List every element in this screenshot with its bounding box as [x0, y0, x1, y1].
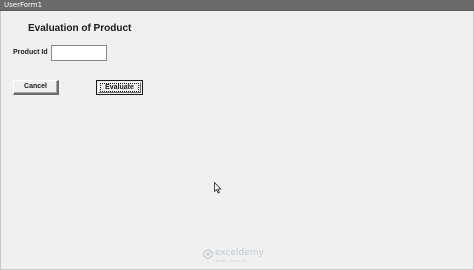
product-id-label: Product Id [13, 49, 48, 56]
mouse-pointer-icon [214, 182, 222, 194]
evaluate-button[interactable]: Evaluate [96, 80, 143, 95]
product-id-input[interactable] [51, 45, 107, 61]
cancel-button[interactable]: Cancel [13, 80, 59, 95]
watermark-tagline: EXCEL · DATA · BI [216, 259, 247, 263]
form-heading: Evaluation of Product [28, 23, 132, 34]
window-title: UserForm1 [4, 1, 43, 9]
cancel-button-label: Cancel [24, 83, 47, 90]
window-titlebar[interactable]: UserForm1 [0, 0, 474, 11]
evaluate-button-label: Evaluate [105, 84, 134, 91]
exceldemy-logo-icon [203, 249, 213, 259]
watermark-name: exceldemy [215, 248, 264, 258]
exceldemy-watermark: exceldemy EXCEL · DATA · BI [203, 246, 275, 266]
